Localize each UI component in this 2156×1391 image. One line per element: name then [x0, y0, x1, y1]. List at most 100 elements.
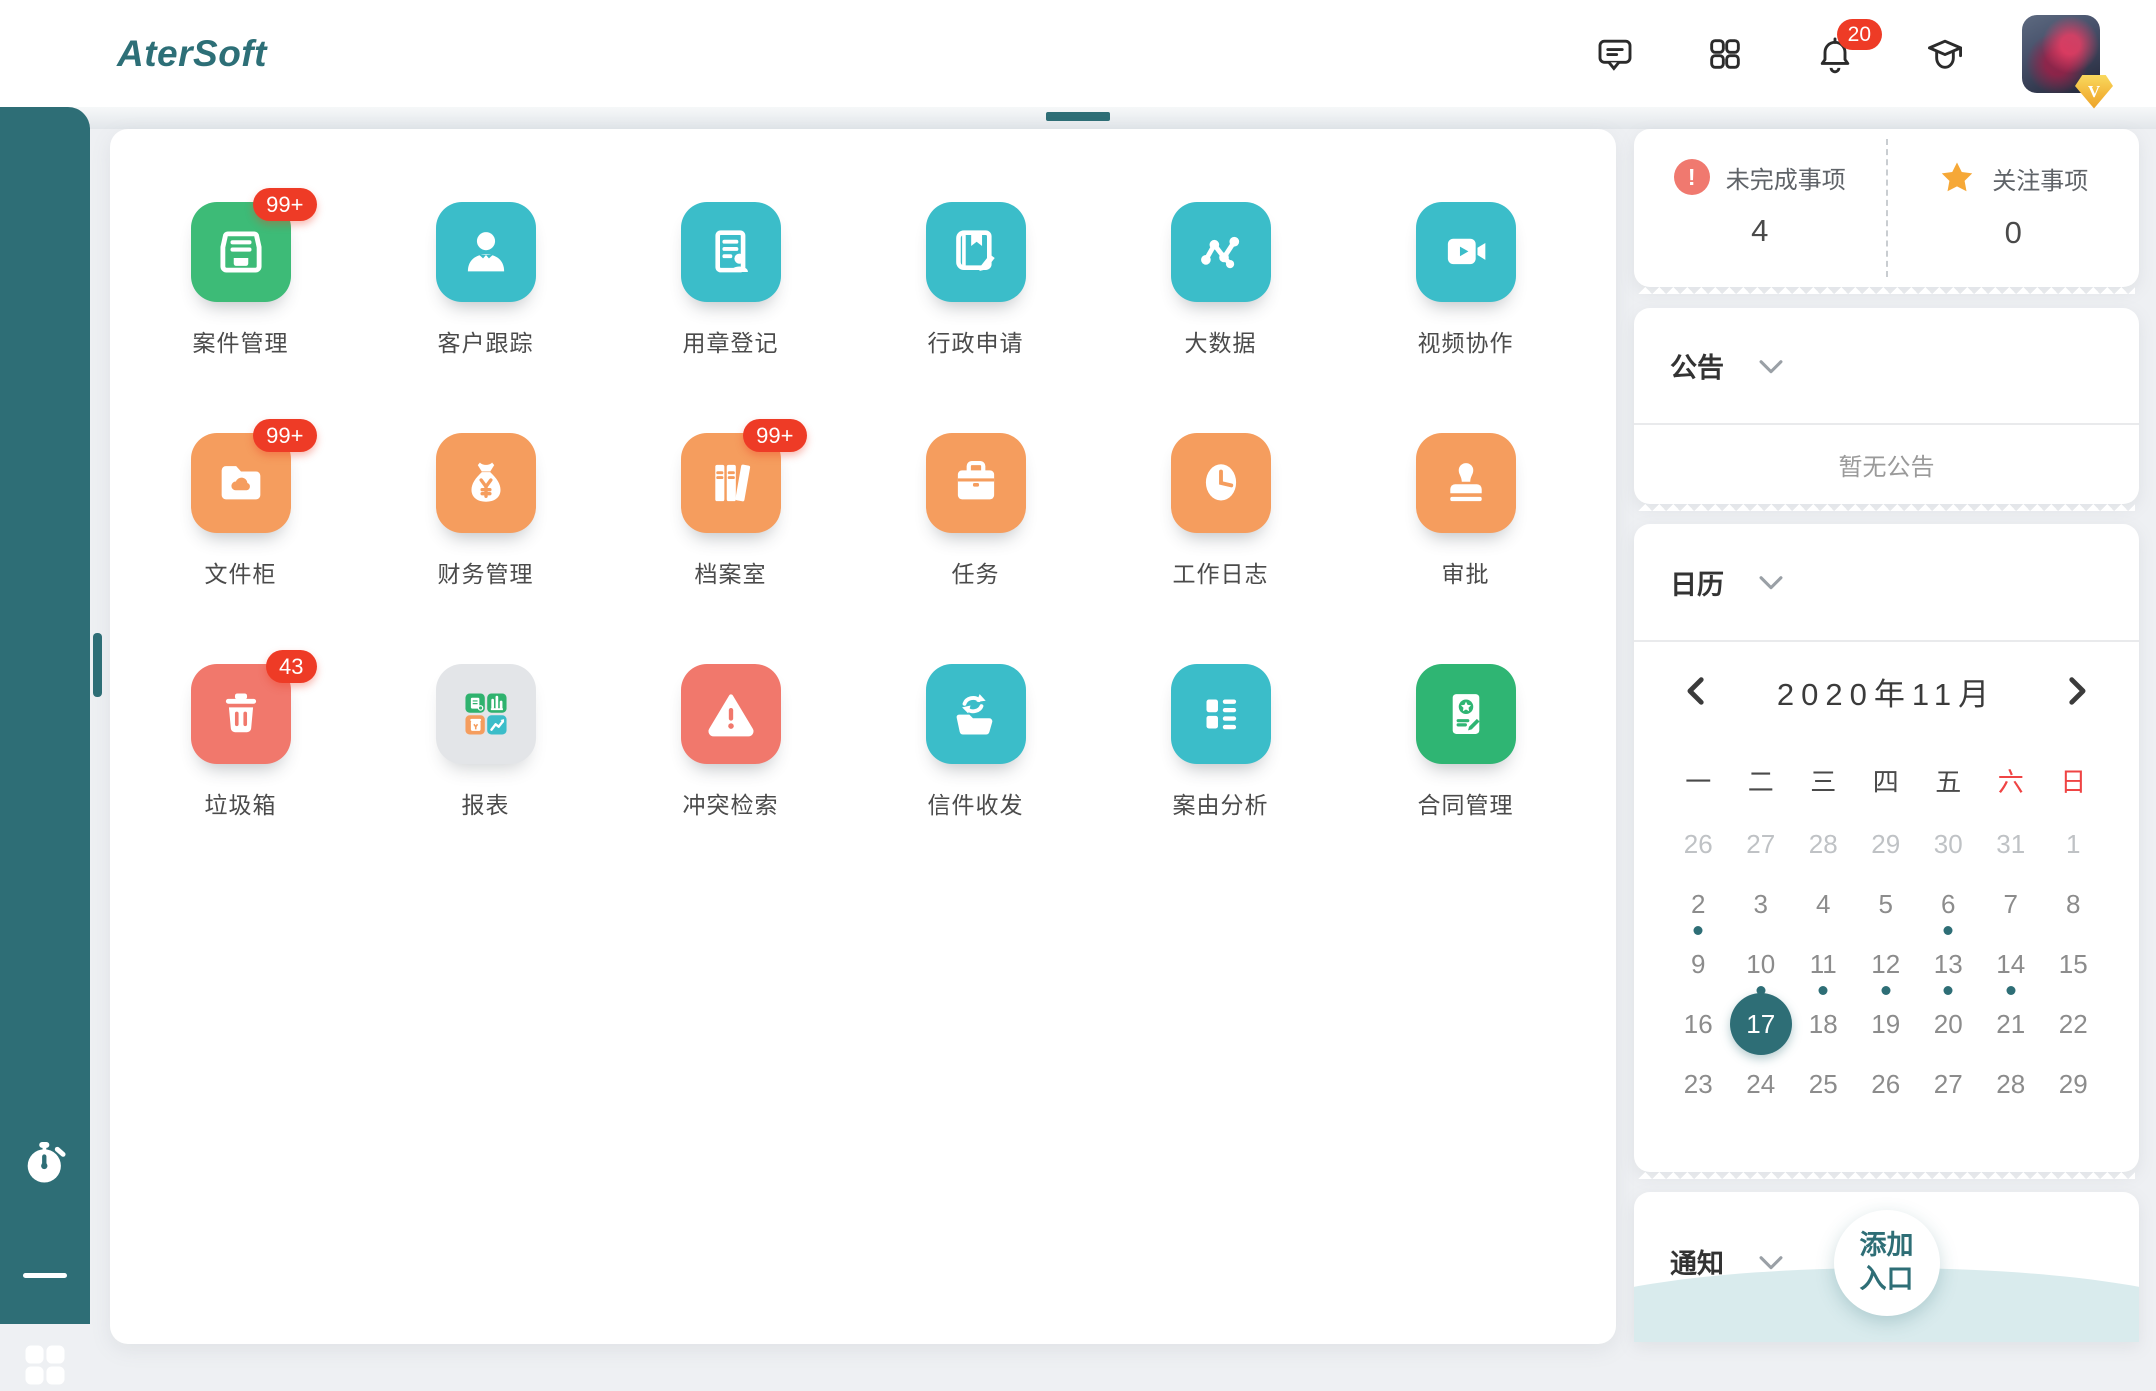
- app-seal-register[interactable]: 用章登记: [681, 202, 781, 433]
- calendar-day[interactable]: 25: [1792, 1054, 1854, 1114]
- app-contract-management[interactable]: 合同管理: [1416, 664, 1516, 895]
- folder-cloud-icon: 99+: [191, 433, 291, 533]
- calendar-day[interactable]: 28: [1792, 814, 1854, 874]
- video-camera-icon: [1416, 202, 1516, 302]
- announcement-empty-text: 暂无公告: [1634, 425, 2139, 503]
- case-archive-icon: 99+: [191, 202, 291, 302]
- calendar-day[interactable]: 19: [1855, 994, 1917, 1054]
- calendar-day[interactable]: 10: [1730, 934, 1792, 994]
- app-approval[interactable]: 审批: [1416, 433, 1516, 664]
- header-actions: 20 V: [1528, 15, 2100, 93]
- calendar-day[interactable]: 8: [2042, 874, 2104, 934]
- notice-header: 通知: [1670, 1242, 1788, 1281]
- calendar-day[interactable]: 29: [2042, 1054, 2104, 1114]
- avatar[interactable]: V: [2022, 15, 2100, 93]
- app-conflict-search[interactable]: 冲突检索: [681, 664, 781, 895]
- chevron-left-icon[interactable]: [1680, 674, 1714, 708]
- app-client-tracking[interactable]: 客户跟踪: [436, 202, 536, 433]
- calendar-day[interactable]: 1: [2042, 814, 2104, 874]
- chevron-down-icon[interactable]: [1754, 349, 1788, 383]
- chevron-right-icon[interactable]: [2059, 674, 2093, 708]
- announcement-card: 公告 暂无公告: [1634, 308, 2139, 504]
- app-case-management[interactable]: 99+ 案件管理: [191, 202, 291, 433]
- app-reports[interactable]: 报表: [436, 664, 536, 895]
- app-cause-analysis[interactable]: 案由分析: [1171, 664, 1271, 895]
- seal-register-icon: [681, 202, 781, 302]
- app-label: 冲突检索: [683, 786, 779, 820]
- calendar-day[interactable]: 12: [1855, 934, 1917, 994]
- stopwatch-icon[interactable]: [0, 1137, 90, 1189]
- app-archive-room[interactable]: 99+ 档案室: [681, 433, 781, 664]
- sidebar-divider: [23, 1273, 67, 1278]
- app-trash[interactable]: 43 垃圾箱: [191, 664, 291, 895]
- calendar-day[interactable]: 18: [1792, 994, 1854, 1054]
- chevron-down-icon[interactable]: [1754, 1245, 1788, 1279]
- apps-grid-icon[interactable]: [1702, 31, 1748, 77]
- grid-icon[interactable]: [0, 1339, 90, 1391]
- calendar-day[interactable]: 15: [2042, 934, 2104, 994]
- calendar-day[interactable]: 30: [1917, 814, 1979, 874]
- calendar-day[interactable]: 5: [1855, 874, 1917, 934]
- bell-icon[interactable]: 20: [1812, 31, 1858, 77]
- calendar-day[interactable]: 24: [1730, 1054, 1792, 1114]
- app-admin-request[interactable]: 行政申请: [926, 202, 1026, 433]
- calendar-day[interactable]: 2: [1667, 874, 1729, 934]
- calendar-day[interactable]: 13: [1917, 934, 1979, 994]
- app-header: AterSoft 20: [0, 0, 2156, 107]
- app-mail-exchange[interactable]: 信件收发: [926, 664, 1026, 895]
- calendar-day[interactable]: 21: [1980, 994, 2042, 1054]
- calendar-day[interactable]: 29: [1855, 814, 1917, 874]
- chevron-down-icon[interactable]: [1754, 565, 1788, 599]
- app-label: 任务: [952, 555, 1000, 589]
- weekday: 二: [1748, 756, 1774, 804]
- stats-card: ! 未完成事项 4 关注事项 0: [1634, 129, 2139, 287]
- calendar-day[interactable]: 3: [1730, 874, 1792, 934]
- calendar-day[interactable]: 27: [1730, 814, 1792, 874]
- trash-icon: 43: [191, 664, 291, 764]
- app-label: 审批: [1442, 555, 1490, 589]
- calendar-day[interactable]: 26: [1855, 1054, 1917, 1114]
- money-bag-icon: [436, 433, 536, 533]
- sidebar: [0, 107, 90, 1324]
- app-label: 文件柜: [205, 555, 277, 589]
- app-big-data[interactable]: 大数据: [1171, 202, 1271, 433]
- calendar-day[interactable]: 4: [1792, 874, 1854, 934]
- calendar-day[interactable]: 31: [1980, 814, 2042, 874]
- graduation-cap-icon[interactable]: [1922, 31, 1968, 77]
- app-launcher-panel: 99+ 案件管理 客户跟踪: [110, 129, 1616, 1344]
- todo-stat[interactable]: ! 未完成事项 4: [1634, 129, 1886, 287]
- calendar-day[interactable]: 16: [1667, 994, 1729, 1054]
- chat-icon[interactable]: [1592, 31, 1638, 77]
- weekday: 四: [1873, 756, 1899, 804]
- app-label: 报表: [462, 786, 510, 820]
- app-label: 大数据: [1185, 324, 1257, 358]
- calendar-day-selected[interactable]: 17: [1730, 994, 1792, 1054]
- calendar-day[interactable]: 7: [1980, 874, 2042, 934]
- follow-stat[interactable]: 关注事项 0: [1888, 129, 2140, 287]
- calendar-day[interactable]: 6: [1917, 874, 1979, 934]
- todo-label: 未完成事项: [1726, 160, 1846, 195]
- calendar-card: 日历 2020年11月 一 二 三 四 五 六 日 26 27 28 29 30…: [1634, 524, 2139, 1172]
- add-entry-button[interactable]: 添加 入口: [1834, 1210, 1940, 1316]
- calendar-day[interactable]: 28: [1980, 1054, 2042, 1114]
- add-entry-label-line2: 入口: [1860, 1264, 1914, 1294]
- scrollbar-handle[interactable]: [93, 633, 102, 697]
- calendar-day[interactable]: 23: [1667, 1054, 1729, 1114]
- app-work-log[interactable]: 工作日志: [1171, 433, 1271, 664]
- calendar-day[interactable]: 14: [1980, 934, 2042, 994]
- weekday: 三: [1810, 756, 1836, 804]
- calendar-day[interactable]: 26: [1667, 814, 1729, 874]
- app-finance[interactable]: 财务管理: [436, 433, 536, 664]
- calendar-day[interactable]: 27: [1917, 1054, 1979, 1114]
- calendar-day[interactable]: 11: [1792, 934, 1854, 994]
- calendar-day[interactable]: 9: [1667, 934, 1729, 994]
- calendar-day[interactable]: 20: [1917, 994, 1979, 1054]
- app-file-cabinet[interactable]: 99+ 文件柜: [191, 433, 291, 664]
- stamp-icon: [1416, 433, 1516, 533]
- app-label: 客户跟踪: [438, 324, 534, 358]
- calendar-weekday-row: 一 二 三 四 五 六 日: [1667, 756, 2139, 804]
- app-video-collab[interactable]: 视频协作: [1416, 202, 1516, 433]
- calendar-day[interactable]: 22: [2042, 994, 2104, 1054]
- app-tasks[interactable]: 任务: [926, 433, 1026, 664]
- todo-value: 4: [1751, 213, 1768, 249]
